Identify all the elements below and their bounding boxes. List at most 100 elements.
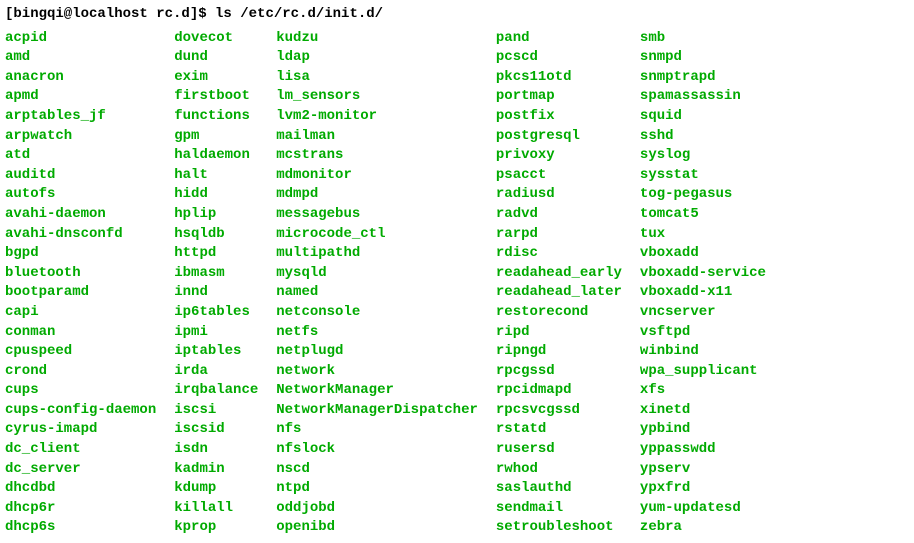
file-entry: irqbalance (174, 381, 258, 401)
file-entry: apmd (5, 87, 156, 107)
file-entry: mcstrans (276, 146, 478, 166)
file-entry: autofs (5, 185, 156, 205)
file-entry: portmap (496, 87, 622, 107)
file-entry: ripngd (496, 342, 622, 362)
file-entry: crond (5, 362, 156, 382)
file-entry: mailman (276, 127, 478, 147)
file-entry: rwhod (496, 460, 622, 480)
file-entry: postfix (496, 107, 622, 127)
file-entry: rpcgssd (496, 362, 622, 382)
file-entry: rarpd (496, 225, 622, 245)
file-entry: hsqldb (174, 225, 258, 245)
file-entry: hplip (174, 205, 258, 225)
file-entry: acpid (5, 29, 156, 49)
file-entry: spamassassin (640, 87, 766, 107)
column-2: kudzuldaplisalm_sensorslvm2-monitormailm… (276, 29, 478, 538)
file-entry: anacron (5, 68, 156, 88)
file-entry: ipmi (174, 323, 258, 343)
file-entry: dovecot (174, 29, 258, 49)
file-entry: NetworkManagerDispatcher (276, 401, 478, 421)
file-entry: capi (5, 303, 156, 323)
file-entry: yum-updatesd (640, 499, 766, 519)
column-4: smbsnmpdsnmptrapdspamassassinsquidsshdsy… (640, 29, 766, 538)
file-entry: firstboot (174, 87, 258, 107)
file-entry: pcscd (496, 48, 622, 68)
file-entry: radvd (496, 205, 622, 225)
file-entry: xfs (640, 381, 766, 401)
file-entry: hidd (174, 185, 258, 205)
file-entry: bluetooth (5, 264, 156, 284)
file-entry: zebra (640, 518, 766, 538)
file-entry: postgresql (496, 127, 622, 147)
file-entry: psacct (496, 166, 622, 186)
file-entry: halt (174, 166, 258, 186)
file-entry: tog-pegasus (640, 185, 766, 205)
file-entry: yppasswdd (640, 440, 766, 460)
file-entry: rpcsvcgssd (496, 401, 622, 421)
file-entry: mdmonitor (276, 166, 478, 186)
file-entry: dhcdbd (5, 479, 156, 499)
file-entry: sendmail (496, 499, 622, 519)
file-entry: lvm2-monitor (276, 107, 478, 127)
file-entry: ntpd (276, 479, 478, 499)
file-entry: avahi-daemon (5, 205, 156, 225)
file-entry: messagebus (276, 205, 478, 225)
file-entry: cups-config-daemon (5, 401, 156, 421)
file-entry: arptables_jf (5, 107, 156, 127)
file-entry: cyrus-imapd (5, 420, 156, 440)
file-entry: iscsi (174, 401, 258, 421)
file-entry: vboxadd-x11 (640, 283, 766, 303)
file-entry: conman (5, 323, 156, 343)
file-entry: kudzu (276, 29, 478, 49)
file-entry: squid (640, 107, 766, 127)
file-entry: atd (5, 146, 156, 166)
file-entry: exim (174, 68, 258, 88)
file-entry: dhcp6s (5, 518, 156, 538)
file-entry: setroubleshoot (496, 518, 622, 538)
file-entry: smb (640, 29, 766, 49)
file-entry: kprop (174, 518, 258, 538)
file-entry: netplugd (276, 342, 478, 362)
file-entry: functions (174, 107, 258, 127)
file-entry: nscd (276, 460, 478, 480)
file-entry: rpcidmapd (496, 381, 622, 401)
file-entry: pand (496, 29, 622, 49)
file-entry: cups (5, 381, 156, 401)
file-entry: cpuspeed (5, 342, 156, 362)
file-entry: ypxfrd (640, 479, 766, 499)
file-entry: ypserv (640, 460, 766, 480)
file-entry: syslog (640, 146, 766, 166)
file-entry: bgpd (5, 244, 156, 264)
file-entry: ripd (496, 323, 622, 343)
file-entry: ip6tables (174, 303, 258, 323)
file-entry: kadmin (174, 460, 258, 480)
file-entry: httpd (174, 244, 258, 264)
file-entry: nfslock (276, 440, 478, 460)
file-entry: netfs (276, 323, 478, 343)
file-entry: vsftpd (640, 323, 766, 343)
file-entry: netconsole (276, 303, 478, 323)
terminal-prompt: [bingqi@localhost rc.d]$ ls /etc/rc.d/in… (5, 5, 909, 25)
file-entry: ibmasm (174, 264, 258, 284)
file-entry: rdisc (496, 244, 622, 264)
file-entry: saslauthd (496, 479, 622, 499)
file-entry: xinetd (640, 401, 766, 421)
file-entry: haldaemon (174, 146, 258, 166)
column-0: acpidamdanacronapmdarptables_jfarpwatcha… (5, 29, 156, 538)
file-entry: openibd (276, 518, 478, 538)
file-entry: ldap (276, 48, 478, 68)
file-entry: sshd (640, 127, 766, 147)
file-entry: arpwatch (5, 127, 156, 147)
file-entry: readahead_later (496, 283, 622, 303)
file-entry: pkcs11otd (496, 68, 622, 88)
file-entry: rusersd (496, 440, 622, 460)
file-entry: radiusd (496, 185, 622, 205)
file-entry: named (276, 283, 478, 303)
file-entry: rstatd (496, 420, 622, 440)
file-entry: killall (174, 499, 258, 519)
column-1: dovecotdundeximfirstbootfunctionsgpmhald… (174, 29, 258, 538)
file-entry: network (276, 362, 478, 382)
file-entry: ypbind (640, 420, 766, 440)
file-entry: dc_client (5, 440, 156, 460)
file-entry: iptables (174, 342, 258, 362)
